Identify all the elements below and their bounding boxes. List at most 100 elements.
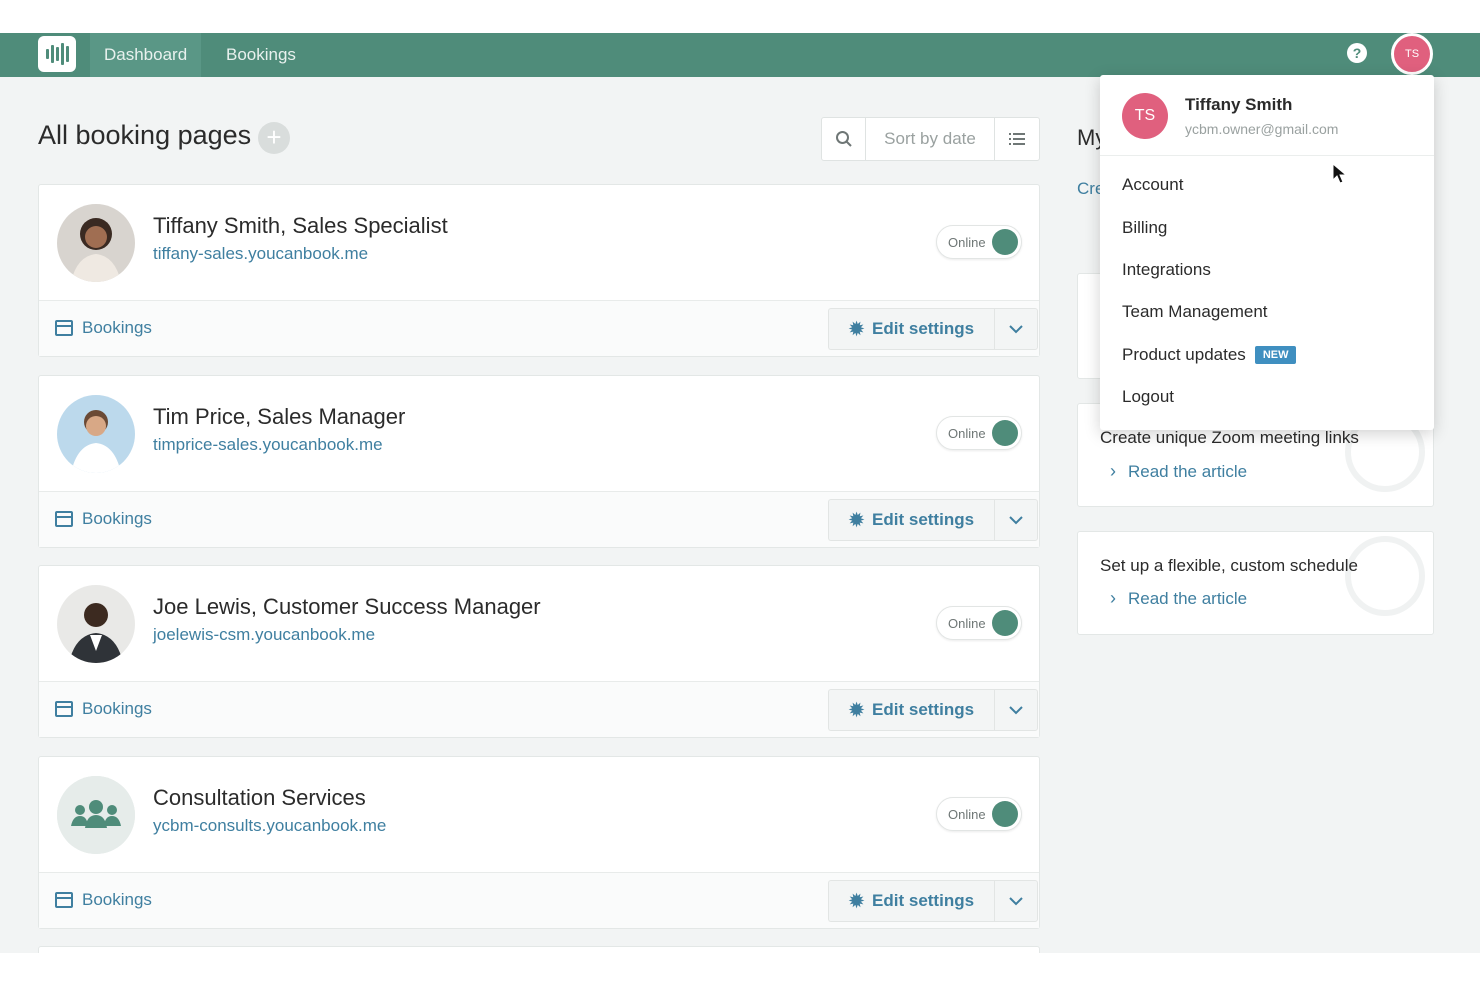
- toggle-knob: [992, 420, 1018, 446]
- card-footer: Bookings ✹ Edit settings: [39, 300, 1039, 356]
- read-article-link[interactable]: › Read the article: [1110, 588, 1247, 609]
- edit-settings-button[interactable]: ✹ Edit settings: [828, 499, 994, 541]
- chevron-down-icon: [1009, 324, 1023, 333]
- edit-settings-label: Edit settings: [872, 319, 975, 338]
- chevron-right-icon: ›: [1110, 588, 1116, 608]
- nav-dashboard[interactable]: Dashboard: [90, 33, 202, 77]
- card-header: Joe Lewis, Customer Success Manager joel…: [39, 566, 1039, 681]
- booking-page-name: Consultation Services: [153, 785, 366, 810]
- article-illustration: [1345, 536, 1425, 616]
- bookings-link-label: Bookings: [82, 699, 152, 718]
- nav-bookings[interactable]: Bookings: [212, 33, 310, 77]
- booking-page-url[interactable]: tiffany-sales.youcanbook.me: [153, 244, 368, 264]
- bookings-link-label: Bookings: [82, 890, 152, 909]
- calendar-icon: [55, 320, 73, 336]
- bookings-link[interactable]: Bookings: [55, 318, 152, 338]
- bookings-link[interactable]: Bookings: [55, 509, 152, 529]
- edit-settings-button[interactable]: ✹ Edit settings: [828, 880, 994, 922]
- read-article-label: Read the article: [1128, 461, 1248, 481]
- page-title: All booking pages: [38, 120, 252, 150]
- edit-settings-button[interactable]: ✹ Edit settings: [828, 689, 994, 731]
- booking-page-name: Tiffany Smith, Sales Specialist: [153, 213, 448, 238]
- edit-settings-label: Edit settings: [872, 700, 975, 719]
- list-toolbar: Sort by date: [821, 117, 1040, 161]
- bookings-link[interactable]: Bookings: [55, 699, 152, 719]
- card-footer: Bookings ✹ Edit settings: [39, 491, 1039, 547]
- list-view-button[interactable]: [995, 118, 1039, 160]
- calendar-icon: [55, 511, 73, 527]
- top-navigation-bar: Dashboard Bookings ? TS: [0, 33, 1480, 77]
- online-toggle[interactable]: Online: [936, 225, 1022, 259]
- add-booking-page-button[interactable]: +: [258, 122, 290, 154]
- app-window: Dashboard Bookings ? TS All booking page…: [0, 33, 1480, 953]
- menu-divider: [1100, 155, 1434, 156]
- bookings-link-label: Bookings: [82, 509, 152, 528]
- toggle-label: Online: [948, 235, 986, 250]
- menu-item-label: Product updates: [1122, 345, 1246, 364]
- toggle-knob: [992, 801, 1018, 827]
- menu-item-integrations[interactable]: Integrations: [1122, 260, 1211, 280]
- bookings-link[interactable]: Bookings: [55, 890, 152, 910]
- online-toggle[interactable]: Online: [936, 797, 1022, 831]
- online-toggle[interactable]: Online: [936, 606, 1022, 640]
- menu-item-team-management[interactable]: Team Management: [1122, 302, 1268, 322]
- more-options-button[interactable]: [994, 689, 1038, 731]
- team-group-icon: [57, 776, 135, 854]
- article-title: Set up a flexible, custom schedule: [1100, 556, 1358, 575]
- avatar: [57, 204, 135, 282]
- article-title: Create unique Zoom meeting links: [1100, 428, 1359, 447]
- user-avatar-button[interactable]: TS: [1391, 33, 1433, 75]
- search-button[interactable]: [822, 118, 866, 160]
- booking-page-url[interactable]: ycbm-consults.youcanbook.me: [153, 816, 386, 836]
- calendar-icon: [55, 892, 73, 908]
- chevron-down-icon: [1009, 896, 1023, 905]
- bookings-link-label: Bookings: [82, 318, 152, 337]
- sort-dropdown[interactable]: Sort by date: [866, 118, 995, 160]
- more-options-button[interactable]: [994, 308, 1038, 350]
- toggle-label: Online: [948, 426, 986, 441]
- calendar-icon: [55, 701, 73, 717]
- booking-page-card: [38, 946, 1040, 953]
- more-options-button[interactable]: [994, 499, 1038, 541]
- booking-page-url[interactable]: joelewis-csm.youcanbook.me: [153, 625, 375, 645]
- booking-page-name: Tim Price, Sales Manager: [153, 404, 406, 429]
- user-email: ycbm.owner@gmail.com: [1185, 121, 1339, 137]
- more-options-button[interactable]: [994, 880, 1038, 922]
- youcanbook-logo[interactable]: [38, 36, 76, 72]
- help-icon[interactable]: ?: [1347, 43, 1367, 63]
- toggle-label: Online: [948, 616, 986, 631]
- read-article-link[interactable]: › Read the article: [1110, 461, 1247, 482]
- menu-item-billing[interactable]: Billing: [1122, 218, 1167, 238]
- toggle-label: Online: [948, 807, 986, 822]
- gear-icon: ✹: [848, 699, 865, 720]
- edit-settings-label: Edit settings: [872, 510, 975, 529]
- chevron-down-icon: [1009, 705, 1023, 714]
- menu-item-product-updates[interactable]: Product updates NEW: [1122, 345, 1297, 365]
- gear-icon: ✹: [848, 509, 865, 530]
- online-toggle[interactable]: Online: [936, 416, 1022, 450]
- menu-item-logout[interactable]: Logout: [1122, 387, 1174, 407]
- mouse-cursor-icon: [1332, 163, 1348, 184]
- booking-page-url[interactable]: timprice-sales.youcanbook.me: [153, 435, 383, 455]
- chevron-down-icon: [1009, 515, 1023, 524]
- card-footer: Bookings ✹ Edit settings: [39, 872, 1039, 928]
- user-dropdown-menu: TS Tiffany Smith ycbm.owner@gmail.com Ac…: [1100, 75, 1434, 430]
- gear-icon: ✹: [848, 318, 865, 339]
- edit-settings-button[interactable]: ✹ Edit settings: [828, 308, 994, 350]
- booking-page-card: Consultation Services ycbm-consults.youc…: [38, 756, 1040, 929]
- card-header: Tiffany Smith, Sales Specialist tiffany-…: [39, 185, 1039, 300]
- chevron-right-icon: ›: [1110, 461, 1116, 481]
- card-header: Tim Price, Sales Manager timprice-sales.…: [39, 376, 1039, 491]
- booking-page-name: Joe Lewis, Customer Success Manager: [153, 594, 541, 619]
- list-icon: [1009, 133, 1025, 145]
- gear-icon: ✹: [848, 890, 865, 911]
- new-badge: NEW: [1254, 346, 1297, 364]
- card-header: Consultation Services ycbm-consults.youc…: [39, 757, 1039, 872]
- edit-settings-label: Edit settings: [872, 891, 975, 910]
- booking-page-card: Tim Price, Sales Manager timprice-sales.…: [38, 375, 1040, 548]
- card-footer: Bookings ✹ Edit settings: [39, 681, 1039, 737]
- toggle-knob: [992, 229, 1018, 255]
- article-card: Set up a flexible, custom schedule › Rea…: [1077, 531, 1434, 635]
- menu-item-account[interactable]: Account: [1122, 175, 1183, 195]
- booking-page-card: Tiffany Smith, Sales Specialist tiffany-…: [38, 184, 1040, 357]
